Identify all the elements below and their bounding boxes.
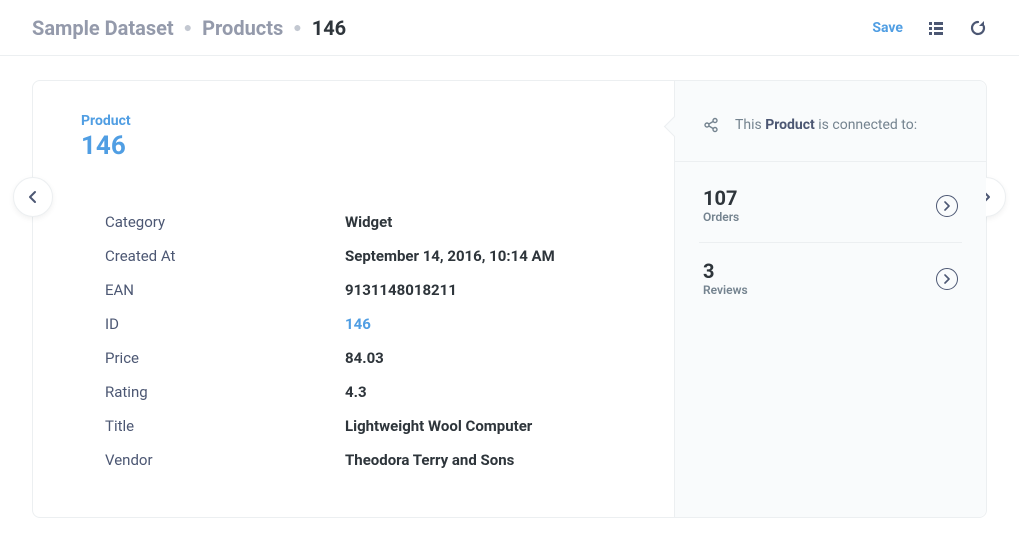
detail-value: Theodora Terry and Sons [345,451,514,469]
page-header: Sample Dataset ● Products ● 146 Save [0,0,1019,56]
detail-row: Price84.03 [105,341,634,375]
relations-header-text: This Product is connected to: [735,117,917,133]
detail-value: September 14, 2016, 10:14 AM [345,247,555,265]
detail-row: TitleLightweight Wool Computer [105,409,634,443]
detail-row: Created AtSeptember 14, 2016, 10:14 AM [105,239,634,273]
breadcrumb-separator: ● [184,19,192,36]
breadcrumb-table[interactable]: Products [202,16,283,40]
breadcrumb-id: 146 [312,16,346,40]
detail-row: CategoryWidget [105,205,634,239]
relations-list: 107 Orders 3 Reviews [675,162,986,323]
relation-label: Reviews [703,283,748,297]
detail-value[interactable]: 146 [345,315,371,333]
detail-label: Title [105,417,345,435]
detail-label: Created At [105,247,345,265]
chevron-right-icon [936,195,958,217]
previous-record-button[interactable] [13,177,53,217]
relation-count: 3 [703,261,748,281]
detail-label: ID [105,315,345,333]
detail-row: Rating4.3 [105,375,634,409]
share-icon [703,117,719,133]
detail-value: Lightweight Wool Computer [345,417,532,435]
detail-label: Price [105,349,345,367]
detail-card: Product 146 CategoryWidgetCreated AtSept… [32,80,987,518]
detail-label: Category [105,213,345,231]
detail-value: 84.03 [345,349,384,367]
relation-item[interactable]: 3 Reviews [699,243,962,315]
content-area: Product 146 CategoryWidgetCreated AtSept… [0,56,1019,542]
relation-item[interactable]: 107 Orders [699,170,962,243]
breadcrumb: Sample Dataset ● Products ● 146 [32,16,346,40]
header-actions: Save [872,19,987,37]
detail-label: EAN [105,281,345,299]
breadcrumb-dataset[interactable]: Sample Dataset [32,16,174,40]
entity-id-display: 146 [81,131,634,161]
detail-value: 9131148018211 [345,281,457,299]
detail-value: Widget [345,213,392,231]
relation-count: 107 [703,188,739,208]
relation-label: Orders [703,210,739,224]
save-button[interactable]: Save [872,20,903,36]
detail-row: ID146 [105,307,634,341]
details-list: CategoryWidgetCreated AtSeptember 14, 20… [81,205,634,477]
detail-row: EAN9131148018211 [105,273,634,307]
refresh-icon[interactable] [969,19,987,37]
relations-panel: This Product is connected to: 107 Orders 3… [674,81,986,517]
editor-icon[interactable] [927,19,945,37]
detail-label: Vendor [105,451,345,469]
chevron-right-icon [936,268,958,290]
main-panel: Product 146 CategoryWidgetCreated AtSept… [33,81,674,517]
breadcrumb-separator: ● [293,19,301,36]
detail-value: 4.3 [345,383,367,401]
detail-label: Rating [105,383,345,401]
relations-header: This Product is connected to: [675,81,986,162]
detail-row: VendorTheodora Terry and Sons [105,443,634,477]
entity-type-label: Product [81,113,634,129]
